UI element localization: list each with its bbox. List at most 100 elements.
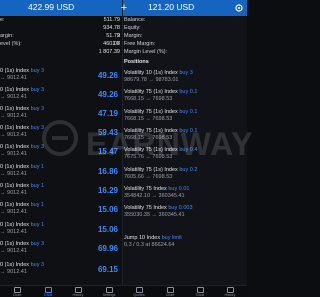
position-side: buy limit — [161, 235, 182, 241]
trade-row[interactable]: 0 (1s) Index buy 3 → 9012.41 49.26 — [0, 87, 118, 103]
trade-prices: → 9012.41 — [0, 94, 27, 100]
position-side: buy 3 — [179, 70, 193, 76]
trade-side: buy 1 — [30, 202, 45, 208]
trade-profit: 49.26 — [97, 71, 118, 80]
position-side: buy 0.1 — [179, 128, 198, 134]
right-balance-bar[interactable]: 121.20 USD — [123, 0, 247, 16]
summary-value: 511.79 — [103, 17, 120, 23]
trade-prices: → 9012.41 — [0, 113, 27, 119]
position-symbol: Jump 10 Index — [124, 235, 161, 241]
trade-profit: 16.86 — [97, 167, 118, 176]
nav-label: History — [224, 293, 236, 297]
trade-side: buy 3 — [30, 106, 45, 112]
trade-row[interactable]: 0 (1s) Index buy 3 → 9012.41 15.47 — [0, 144, 118, 160]
trade-symbol: 0 (1s) Index — [0, 183, 30, 189]
trade-side: buy 3 — [30, 87, 45, 93]
trade-prices: → 9012.41 — [0, 229, 27, 235]
trade-profit: 15.06 — [97, 205, 118, 214]
summary-label: Balance: — [124, 17, 146, 23]
trade-profit: 69.15 — [97, 265, 118, 274]
position-row[interactable]: Jump 10 Index buy limit 0.3 / 0.3 at 8662… — [123, 235, 247, 251]
positions-header: Positions — [124, 59, 149, 65]
trade-prices: → 9012.41 — [0, 248, 27, 254]
position-prices: 98679.78 → 98783.01 — [124, 77, 179, 83]
left-balance-bar[interactable]: 422.99 USD — [0, 0, 122, 16]
sort-icon[interactable] — [234, 3, 244, 13]
trade-prices: → 9012.41 — [0, 209, 27, 215]
trade-symbol: 0 (1s) Index — [0, 241, 30, 247]
summary-label: Equity: — [124, 25, 141, 31]
summary-label: Free Margin: — [124, 41, 156, 47]
right-trade-pane: 121.20 USD Balance: 511.79 Equity: 934.78 … — [99, 0, 247, 285]
position-side: buy 0.01 — [168, 186, 190, 192]
position-symbol: Volatility 75 (1s) Index — [124, 109, 178, 115]
trade-symbol: 0 (1s) Index — [0, 87, 30, 93]
position-row[interactable]: Volatility 75 (1s) Index buy 0.1 7668.15 … — [123, 128, 247, 144]
trade-side: buy 3 — [30, 144, 45, 150]
summary-label: evel (%): — [0, 41, 22, 47]
trade-row[interactable]: 0 (1s) Index buy 1 → 9012.41 16.29 — [0, 183, 118, 199]
trade-symbol: 0 (1s) Index — [0, 125, 30, 131]
trade-prices: → 9012.41 — [0, 75, 27, 81]
trade-symbol: 0 (1s) Index — [0, 144, 30, 150]
position-row[interactable]: Volatility 75 (1s) Index buy 0.4 7675.76 … — [123, 147, 247, 163]
trade-side: buy 3 — [30, 68, 45, 74]
trade-row[interactable]: 0 (1s) Index buy 3 → 9012.41 69.15 — [0, 262, 118, 278]
summary-label: Margin Level (%): — [124, 49, 168, 55]
trade-profit: 15.47 — [97, 147, 118, 156]
position-row[interactable]: Volatility 75 Index buy 0.003 355030.35 →… — [123, 205, 247, 221]
position-row[interactable]: Volatility 75 (1s) Index buy 0.1 7668.15 … — [123, 89, 247, 105]
position-prices: 7668.15 → 7698.53 — [124, 116, 173, 122]
trade-side: buy 1 — [30, 164, 45, 170]
position-side: buy 0.4 — [179, 147, 198, 153]
left-balance-amount: 422.99 USD — [28, 2, 75, 12]
trade-side: buy 1 — [30, 183, 45, 189]
trade-row[interactable]: 0 (1s) Index buy 1 → 9012.41 15.06 — [0, 202, 118, 218]
trade-side: buy 3 — [30, 125, 45, 131]
position-prices: 0.3 / 0.3 at 86624.64 — [124, 242, 175, 248]
trade-profit: 15.06 — [97, 225, 118, 234]
summary-label: argin: — [0, 33, 14, 39]
trade-side: buy 3 — [30, 241, 45, 247]
summary-value: 460.07 — [103, 41, 120, 47]
position-symbol: Volatility 75 Index — [124, 205, 167, 211]
trade-row[interactable]: 0 (1s) Index buy 3 → 9012.41 47.19 — [0, 106, 118, 122]
trade-row[interactable]: 0 (1s) Index buy 1 → 9012.41 15.06 — [0, 222, 118, 238]
trade-profit: 59.43 — [97, 128, 118, 137]
summary-value: 934.78 — [103, 25, 120, 31]
right-account-summary: Balance: 511.79 Equity: 934.78 Margin: 51.7… — [99, 17, 247, 57]
trade-profit: 49.26 — [97, 90, 118, 99]
nav-label: Trade — [43, 293, 53, 297]
position-symbol: Volatility 75 (1s) Index — [124, 128, 178, 134]
new-order-button[interactable]: + — [114, 1, 134, 15]
nav-label: History — [72, 293, 84, 297]
position-prices: 7675.76 → 7698.53 — [124, 154, 173, 160]
trade-symbol: 0 (1s) Index — [0, 202, 30, 208]
nav-label: Chart — [165, 293, 175, 297]
nav-label: Chart — [12, 293, 22, 297]
summary-label: e: — [0, 17, 5, 23]
position-prices: 355030.35 → 360345.41 — [124, 212, 185, 218]
trade-row[interactable]: 0 (1s) Index buy 3 → 9012.41 69.96 — [0, 241, 118, 257]
trade-symbol: 0 (1s) Index — [0, 164, 30, 170]
trade-prices: → 9012.41 — [0, 171, 27, 177]
trade-profit: 16.29 — [97, 186, 118, 195]
position-row[interactable]: Volatility 75 (1s) Index buy 0.1 7668.15 … — [123, 109, 247, 125]
position-row[interactable]: Volatility 10 (1s) Index buy 3 98679.78 →… — [123, 70, 247, 86]
trade-row[interactable]: 0 (1s) Index buy 1 → 9012.41 16.86 — [0, 164, 118, 180]
position-symbol: Volatility 75 (1s) Index — [124, 167, 178, 173]
trade-prices: → 9012.41 — [0, 151, 27, 157]
trade-profit: 69.96 — [97, 244, 118, 253]
nav-label: Quotes — [133, 293, 145, 297]
position-row[interactable]: Volatility 75 Index buy 0.01 354842.10 → … — [123, 186, 247, 202]
trade-side: buy 1 — [30, 222, 45, 228]
nav-label: Settings — [102, 293, 116, 297]
position-row[interactable]: Volatility 75 (1s) Index buy 0.2 7605.66 … — [123, 167, 247, 183]
trade-row[interactable]: 0 (1s) Index buy 3 → 9012.41 59.43 — [0, 125, 118, 141]
position-symbol: Volatility 75 (1s) Index — [124, 89, 178, 95]
position-symbol: Volatility 10 (1s) Index — [124, 70, 178, 76]
nav-label: Trade — [195, 293, 205, 297]
trade-row[interactable]: 0 (1s) Index buy 3 → 9012.41 49.26 — [0, 68, 118, 84]
trade-prices: → 9012.41 — [0, 132, 27, 138]
trade-prices: → 9012.41 — [0, 190, 27, 196]
